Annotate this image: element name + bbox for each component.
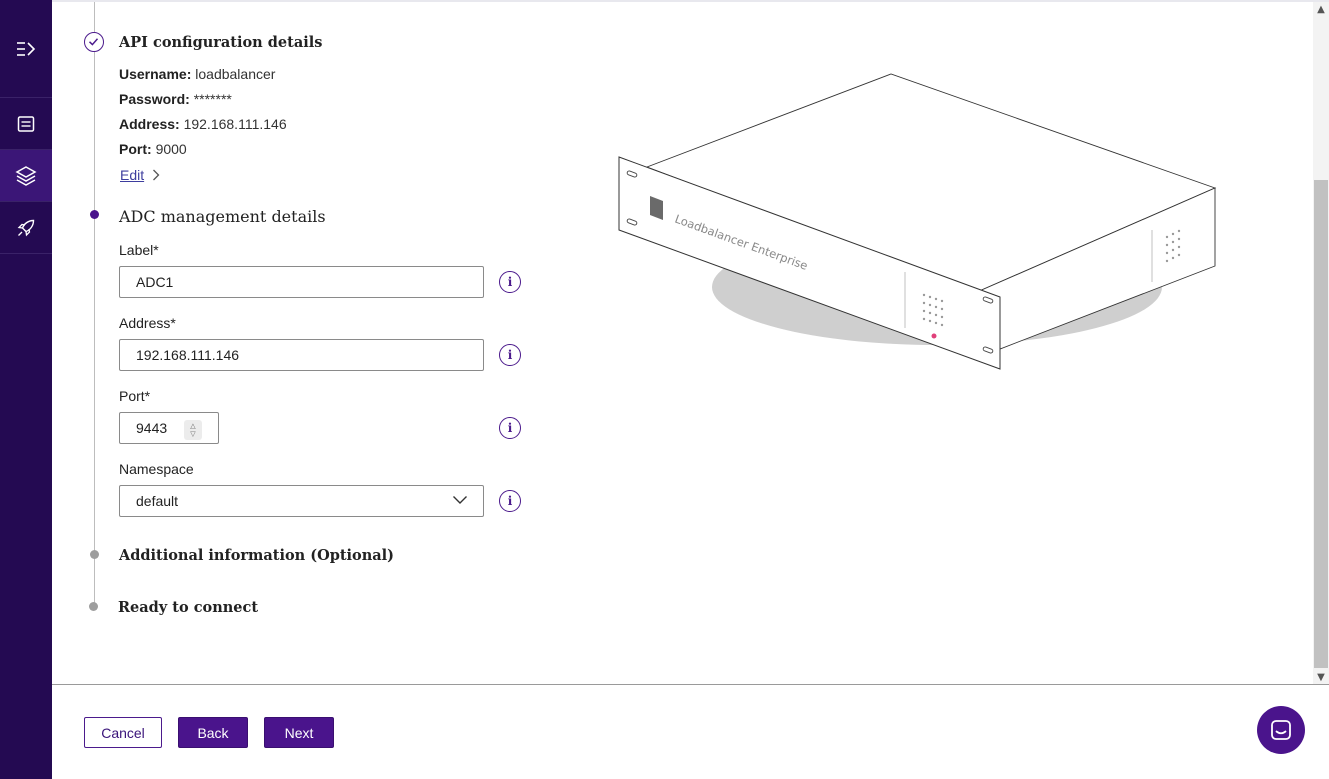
api-username-row: Username: loadbalancer bbox=[119, 66, 275, 82]
step-active-dot bbox=[90, 210, 99, 219]
label-input[interactable]: ADC1 bbox=[119, 266, 484, 298]
back-button[interactable]: Back bbox=[178, 717, 248, 748]
sidebar bbox=[0, 0, 52, 779]
rocket-icon bbox=[17, 219, 35, 236]
api-password-value: ******* bbox=[193, 91, 232, 107]
address-input[interactable]: 192.168.111.146 bbox=[119, 339, 484, 371]
next-button[interactable]: Next bbox=[264, 717, 334, 748]
step-title-additional-info: Additional information (Optional) bbox=[119, 547, 395, 564]
appliance-illustration: Loadbalancer Enterprise bbox=[618, 73, 1217, 370]
api-port-value: 9000 bbox=[155, 141, 187, 157]
api-port-label: Port: bbox=[119, 141, 152, 157]
namespace-select[interactable]: default bbox=[119, 485, 484, 517]
info-icon[interactable]: i bbox=[499, 344, 521, 366]
expand-menu-icon bbox=[17, 41, 36, 56]
namespace-field-label: Namespace bbox=[119, 461, 194, 477]
scroll-up-icon[interactable]: ▲ bbox=[1313, 2, 1329, 18]
scrollbar-thumb[interactable] bbox=[1314, 180, 1328, 668]
step-pending-dot bbox=[90, 550, 99, 559]
api-username-label: Username: bbox=[119, 66, 192, 82]
main-content: API configuration details Username: load… bbox=[52, 0, 1329, 684]
step-title-adc-management: ADC management details bbox=[119, 207, 326, 226]
port-field-label: Port* bbox=[119, 388, 151, 404]
stepper-down-icon[interactable]: ▽ bbox=[190, 430, 195, 438]
scroll-down-icon[interactable]: ▼ bbox=[1313, 670, 1329, 684]
label-field-label: Label* bbox=[119, 242, 159, 258]
stepper-up-icon[interactable]: △ bbox=[190, 422, 195, 430]
step-title-api-config: API configuration details bbox=[119, 34, 323, 51]
step-complete-icon bbox=[84, 32, 104, 52]
step-pending-dot bbox=[89, 602, 98, 611]
step-title-ready: Ready to connect bbox=[118, 599, 259, 616]
chevron-right-icon bbox=[153, 169, 160, 181]
cancel-button[interactable]: Cancel bbox=[84, 717, 162, 748]
vertical-scrollbar[interactable]: ▲ ▼ bbox=[1313, 2, 1329, 684]
api-address-row: Address: 192.168.111.146 bbox=[119, 116, 287, 132]
chat-launcher-button[interactable] bbox=[1257, 706, 1305, 754]
api-port-row: Port: 9000 bbox=[119, 141, 187, 157]
api-username-value: loadbalancer bbox=[195, 66, 276, 82]
info-icon[interactable]: i bbox=[499, 490, 521, 512]
api-address-value: 192.168.111.146 bbox=[183, 116, 287, 132]
port-input[interactable]: 9443 bbox=[119, 412, 219, 444]
sidebar-item-layers[interactable] bbox=[0, 150, 52, 202]
address-field-label: Address* bbox=[119, 315, 176, 331]
api-password-label: Password: bbox=[119, 91, 190, 107]
info-icon[interactable]: i bbox=[499, 271, 521, 293]
chat-icon bbox=[1271, 720, 1291, 740]
sidebar-item-list[interactable] bbox=[0, 98, 52, 150]
edit-link-label: Edit bbox=[120, 167, 145, 183]
list-icon bbox=[17, 115, 35, 132]
chevron-down-icon[interactable] bbox=[452, 495, 468, 505]
edit-api-config-link[interactable]: Edit bbox=[120, 167, 160, 183]
stepper-line bbox=[94, 2, 95, 608]
layers-icon bbox=[15, 165, 37, 186]
sidebar-item-deploy[interactable] bbox=[0, 202, 52, 254]
api-address-label: Address: bbox=[119, 116, 180, 132]
sidebar-expand-button[interactable] bbox=[0, 0, 52, 98]
info-icon[interactable]: i bbox=[499, 417, 521, 439]
wizard-footer: Cancel Back Next bbox=[52, 684, 1329, 779]
port-stepper[interactable]: △ ▽ bbox=[184, 420, 202, 440]
api-password-row: Password: ******* bbox=[119, 91, 232, 107]
